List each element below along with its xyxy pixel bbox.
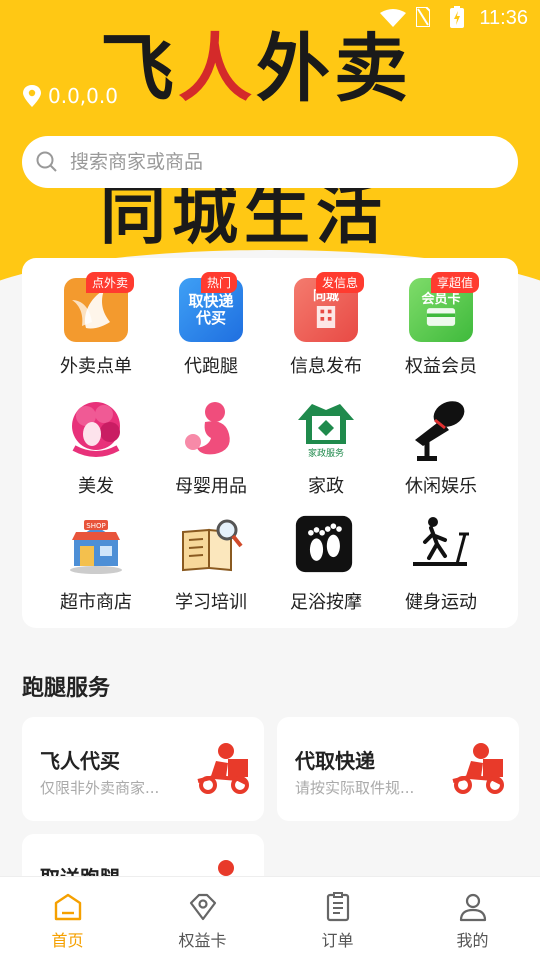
category-badge: 点外卖 xyxy=(86,272,135,293)
category-badge: 享超值 xyxy=(431,272,480,293)
tab-label: 首页 xyxy=(51,931,84,950)
service-title: 飞人代买 xyxy=(40,749,120,773)
tab-label: 权益卡 xyxy=(178,931,227,950)
banner-title: 飞人外卖 xyxy=(100,26,412,112)
svg-text:SHOP: SHOP xyxy=(86,522,105,530)
category-fitness[interactable]: 健身运动 xyxy=(379,492,503,613)
category-training[interactable]: 学习培训 xyxy=(149,492,273,613)
service-card-buy[interactable]: 飞人代买 仅限非外卖商家... xyxy=(22,717,264,821)
banner-subtitle: 同城生活 xyxy=(100,176,388,253)
category-badge: 热门 xyxy=(201,272,238,293)
location[interactable]: 0.0,0.0 xyxy=(22,84,118,108)
tab-orders[interactable]: 订单 xyxy=(270,877,405,960)
microphone-icon xyxy=(415,401,465,461)
service-subtitle: 请按实际取件规... xyxy=(295,779,415,797)
tab-profile[interactable]: 我的 xyxy=(405,877,540,960)
category-hair[interactable]: 美发 xyxy=(34,374,158,497)
status-bar: 11:36 xyxy=(0,0,540,36)
home-icon xyxy=(54,893,81,921)
tab-rights-card[interactable]: 权益卡 xyxy=(135,877,270,960)
service-card-express[interactable]: 代取快递 请按实际取件规... xyxy=(277,717,519,821)
bottom-tab-bar: 首页 权益卡 订单 我的 xyxy=(0,876,540,960)
order-icon xyxy=(326,892,349,922)
section-title: 跑腿服务 xyxy=(22,676,111,701)
search-bar[interactable] xyxy=(22,136,518,188)
category-foot-massage[interactable]: 足浴按摩 xyxy=(264,492,388,613)
search-icon xyxy=(36,151,57,172)
category-label: 学习培训 xyxy=(175,592,247,613)
delivery-rider-icon xyxy=(197,743,249,794)
category-member[interactable]: 享超值 会员卡 权益会员 xyxy=(379,258,503,377)
category-card: 点外卖 外卖点单 热门 取快递 代买 代跑腿 发信息 同城 信息发布 享超值 会… xyxy=(22,258,518,628)
search-input[interactable] xyxy=(70,151,490,173)
category-errand[interactable]: 热门 取快递 代买 代跑腿 xyxy=(149,258,273,377)
shop-icon: SHOP xyxy=(70,520,122,574)
category-label: 足浴按摩 xyxy=(290,592,362,613)
footprint-icon xyxy=(295,515,353,573)
category-label: 超市商店 xyxy=(60,592,132,613)
category-badge: 发信息 xyxy=(316,272,365,293)
sim-icon xyxy=(416,7,430,27)
housekeeping-icon: 家政服务 xyxy=(298,404,354,459)
battery-icon xyxy=(450,6,464,28)
location-pin-icon xyxy=(23,85,41,107)
category-takeout[interactable]: 点外卖 外卖点单 xyxy=(34,258,158,377)
wifi-icon xyxy=(380,9,406,27)
book-icon xyxy=(182,519,243,572)
status-time: 11:36 xyxy=(479,7,528,29)
tab-home[interactable]: 首页 xyxy=(0,877,135,960)
service-subtitle: 仅限非外卖商家... xyxy=(40,779,160,797)
category-maternity[interactable]: 母婴用品 xyxy=(149,374,273,497)
category-supermarket[interactable]: SHOP 超市商店 xyxy=(34,492,158,613)
maternity-icon xyxy=(185,402,230,455)
treadmill-icon xyxy=(413,517,469,566)
category-label: 健身运动 xyxy=(405,592,477,613)
tag-icon xyxy=(189,893,216,921)
service-title: 代取快递 xyxy=(295,749,375,773)
tab-label: 我的 xyxy=(456,931,489,950)
delivery-rider-icon xyxy=(452,743,504,794)
user-icon xyxy=(459,893,486,922)
hair-icon xyxy=(72,402,120,457)
location-text: 0.0,0.0 xyxy=(48,84,118,108)
category-info[interactable]: 发信息 同城 信息发布 xyxy=(264,258,388,377)
category-entertainment[interactable]: 休闲娱乐 xyxy=(379,374,503,497)
tab-label: 订单 xyxy=(321,931,354,950)
svg-text:家政服务: 家政服务 xyxy=(308,447,344,459)
category-housekeeping[interactable]: 家政服务 家政 xyxy=(264,374,388,497)
